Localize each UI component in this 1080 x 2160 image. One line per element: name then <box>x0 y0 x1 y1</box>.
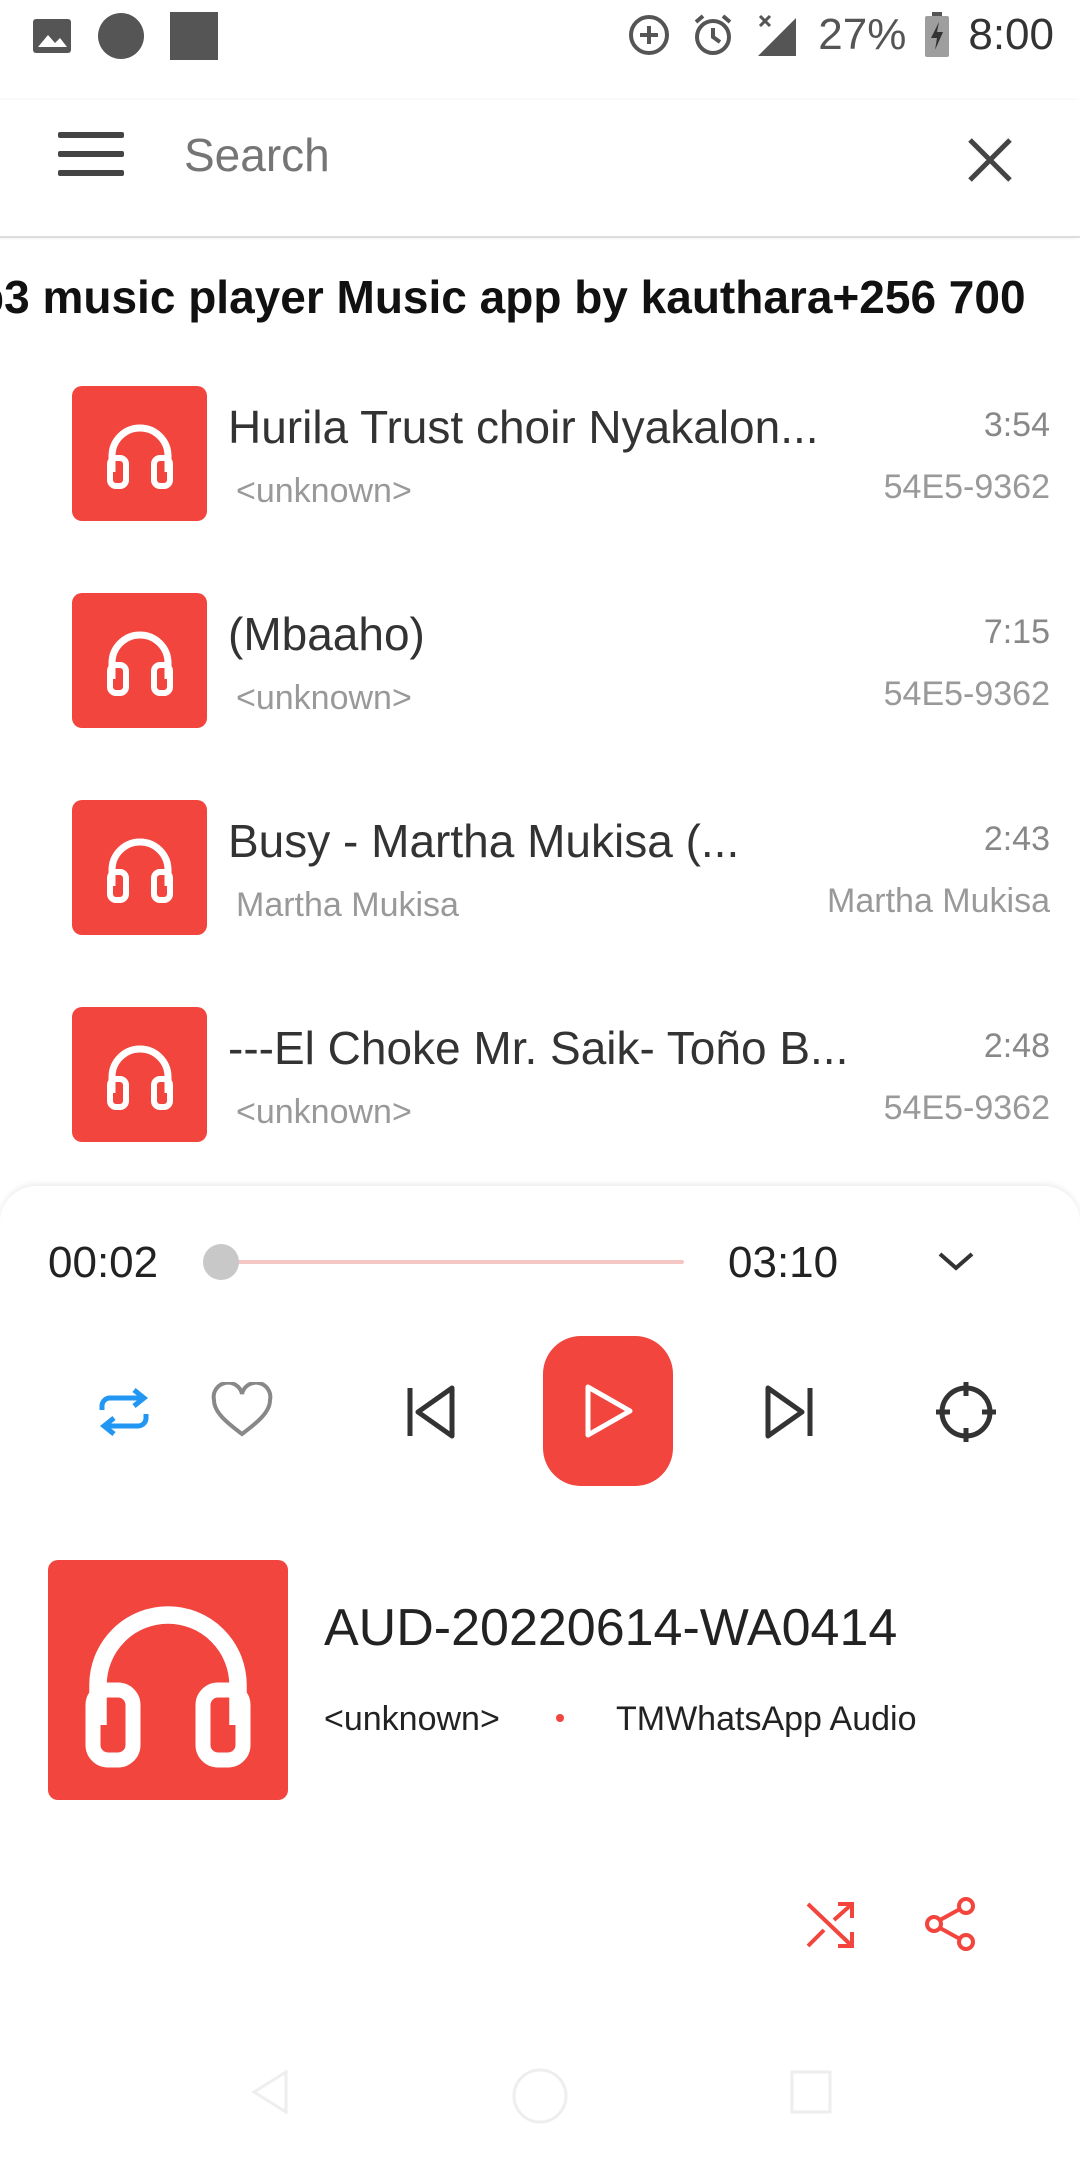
track-title: Busy - Martha Mukisa (... <box>228 815 740 867</box>
recents-nav-icon[interactable] <box>788 2068 834 2116</box>
now-playing-album: TMWhatsApp Audio <box>616 1700 917 1738</box>
search-input[interactable] <box>184 128 884 182</box>
status-bar: 27% 8:00 <box>0 0 1080 82</box>
track-duration: 2:48 <box>983 1027 1050 1065</box>
track-thumbnail <box>72 1007 207 1142</box>
data-saver-icon <box>629 15 670 55</box>
track-thumbnail <box>72 800 207 935</box>
current-time: 00:02 <box>48 1238 159 1287</box>
skip-next-icon[interactable] <box>762 1384 816 1440</box>
repeat-icon[interactable] <box>96 1384 152 1440</box>
track-row[interactable]: ---El Choke Mr. Saik- Toño B... 2:48 <un… <box>0 985 1080 1185</box>
separator-dot <box>556 1714 564 1722</box>
back-nav-icon[interactable] <box>248 2068 292 2116</box>
now-playing-artwork <box>48 1560 288 1800</box>
skip-previous-icon[interactable] <box>404 1384 458 1440</box>
play-button[interactable] <box>543 1336 673 1486</box>
track-thumbnail <box>72 593 207 728</box>
total-time: 03:10 <box>728 1238 839 1287</box>
navigation-bar <box>0 2000 1080 2160</box>
headphones-icon <box>106 631 173 696</box>
chevron-down-icon[interactable] <box>934 1246 978 1276</box>
heart-icon[interactable] <box>210 1382 274 1440</box>
track-album: 54E5-9362 <box>883 468 1050 506</box>
track-album: 54E5-9362 <box>883 1089 1050 1127</box>
clock: 8:00 <box>968 10 1054 59</box>
track-row[interactable]: Busy - Martha Mukisa (... 2:43 Martha Mu… <box>0 778 1080 978</box>
square-icon <box>170 12 218 60</box>
now-playing-title: AUD-20220614-WA0414 <box>324 1599 898 1657</box>
track-album: 54E5-9362 <box>883 675 1050 713</box>
now-playing-artist: <unknown> <box>324 1700 500 1738</box>
track-duration: 2:43 <box>983 820 1050 858</box>
headphones-icon <box>85 1606 251 1768</box>
track-thumbnail <box>72 386 207 521</box>
play-icon <box>585 1384 633 1438</box>
marquee-banner: p3 music player Music app by kauthara+25… <box>0 262 1080 332</box>
battery-percent: 27% <box>818 10 907 59</box>
track-title: ---El Choke Mr. Saik- Toño B... <box>228 1022 849 1074</box>
image-icon <box>33 19 71 53</box>
track-album: Martha Mukisa <box>827 882 1050 920</box>
track-artist: <unknown> <box>236 472 412 510</box>
headphones-icon <box>106 424 173 489</box>
marquee-text: p3 music player Music app by kauthara+25… <box>0 271 1026 323</box>
home-nav-icon[interactable] <box>510 2066 570 2126</box>
shuffle-icon[interactable] <box>804 1898 858 1952</box>
track-duration: 3:54 <box>983 406 1050 444</box>
signal-icon <box>758 14 797 56</box>
track-artist: Martha Mukisa <box>236 886 459 924</box>
menu-icon[interactable] <box>58 130 124 178</box>
track-duration: 7:15 <box>983 613 1050 651</box>
share-icon[interactable] <box>922 1896 978 1952</box>
player-panel: 00:02 03:10 AUD-20220614-WA0414 <unknown… <box>0 1186 1080 2000</box>
track-artist: <unknown> <box>236 679 412 717</box>
seek-handle[interactable] <box>202 1244 239 1280</box>
track-row[interactable]: (Mbaaho) 7:15 <unknown> 54E5-9362 <box>0 571 1080 771</box>
track-row[interactable]: Hurila Trust choir Nyakalon... 3:54 <unk… <box>0 364 1080 564</box>
alarm-icon <box>694 14 732 55</box>
close-icon[interactable] <box>960 130 1020 190</box>
track-title: Hurila Trust choir Nyakalon... <box>228 401 819 453</box>
track-artist: <unknown> <box>236 1093 412 1131</box>
locate-icon[interactable] <box>934 1380 998 1444</box>
seek-bar[interactable] <box>202 1244 684 1280</box>
headphones-icon <box>106 1045 173 1110</box>
headphones-icon <box>106 838 173 903</box>
track-title: (Mbaaho) <box>228 608 425 660</box>
battery-icon <box>925 12 950 57</box>
circle-icon <box>98 13 144 59</box>
